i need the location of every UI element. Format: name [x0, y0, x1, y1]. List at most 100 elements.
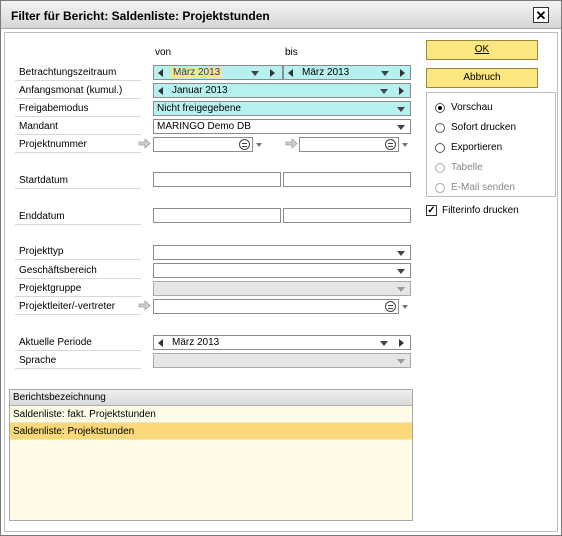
window-title: Filter für Bericht: Saldenliste: Projekt… — [11, 9, 270, 23]
radio-email-senden: E-Mail senden — [435, 182, 515, 193]
label-sprache: Sprache — [19, 355, 57, 366]
lookup-list-icon[interactable] — [239, 139, 250, 150]
chevron-down-icon[interactable] — [380, 89, 388, 94]
prev-period-icon[interactable] — [288, 69, 293, 77]
chevron-down-icon[interactable] — [397, 107, 405, 112]
report-list-row-selected[interactable]: Saldenliste: Projektstunden — [10, 423, 412, 440]
lookup-list-icon[interactable] — [385, 139, 396, 150]
cancel-button[interactable]: Abbruch — [426, 68, 538, 88]
freigabemodus-select[interactable]: Nicht freigegebene — [153, 101, 411, 116]
betrachtungszeitraum-from-field[interactable]: März 2013 — [153, 65, 283, 80]
link-arrow-icon[interactable] — [138, 138, 151, 149]
chevron-down-icon[interactable] — [381, 71, 389, 76]
next-period-icon[interactable] — [400, 69, 405, 77]
label-projektgruppe: Projektgruppe — [19, 283, 82, 294]
chevron-down-icon[interactable] — [256, 143, 262, 147]
checkmark-icon: ✓ — [426, 205, 437, 216]
radio-icon — [435, 182, 445, 193]
enddatum-to-field[interactable] — [283, 208, 411, 223]
projektnummer-from-field[interactable] — [153, 137, 253, 152]
chevron-down-icon[interactable] — [251, 71, 259, 76]
next-period-icon[interactable] — [399, 87, 404, 95]
projektleiter-field[interactable] — [153, 299, 399, 314]
label-freigabemodus: Freigabemodus — [19, 103, 89, 114]
ok-button[interactable]: OK — [426, 40, 538, 60]
filterinfo-label: Filterinfo drucken — [442, 205, 519, 216]
startdatum-from-field[interactable] — [153, 172, 281, 187]
geschaeftsbereich-select[interactable] — [153, 263, 411, 278]
label-underline — [15, 278, 141, 279]
betrachtungszeitraum-from-value: März 2013 — [171, 67, 223, 78]
chevron-down-icon[interactable] — [380, 341, 388, 346]
ok-button-label: OK — [474, 44, 490, 55]
prev-period-icon[interactable] — [158, 339, 163, 347]
chevron-down-icon[interactable] — [397, 269, 405, 274]
output-options-group: Vorschau Sofort drucken Exportieren Tabe… — [426, 92, 556, 197]
column-header-from: von — [155, 47, 172, 58]
label-enddatum: Enddatum — [19, 211, 65, 222]
radio-icon — [435, 162, 445, 173]
chevron-down-icon[interactable] — [397, 125, 405, 130]
aktuelle-periode-field[interactable]: März 2013 — [153, 335, 411, 350]
label-underline — [15, 134, 141, 135]
close-icon: ✕ — [535, 7, 547, 23]
radio-label: Vorschau — [451, 102, 493, 113]
prev-period-icon[interactable] — [158, 69, 163, 77]
close-button[interactable]: ✕ — [533, 7, 549, 23]
projektnummer-to-field[interactable] — [299, 137, 399, 152]
label-underline — [15, 350, 141, 351]
radio-icon — [435, 122, 445, 133]
label-underline — [15, 116, 141, 117]
label-geschaeftsbereich: Geschäftsbereich — [19, 265, 97, 276]
report-list-row[interactable]: Saldenliste: fakt. Projektstunden — [10, 406, 412, 423]
enddatum-from-field[interactable] — [153, 208, 281, 223]
label-underline — [15, 368, 141, 369]
chevron-down-icon[interactable] — [402, 143, 408, 147]
label-startdatum: Startdatum — [19, 175, 68, 186]
filterinfo-checkbox[interactable]: ✓ Filterinfo drucken — [426, 205, 519, 216]
report-list-header: Berichtsbezeichnung — [10, 390, 412, 406]
chevron-down-icon[interactable] — [397, 251, 405, 256]
filter-dialog: Filter für Bericht: Saldenliste: Projekt… — [0, 0, 562, 536]
betrachtungszeitraum-to-field[interactable]: März 2013 — [283, 65, 411, 80]
link-arrow-icon[interactable] — [285, 138, 298, 149]
anfangsmonat-value: Januar 2013 — [172, 85, 228, 96]
aktuelle-periode-value: März 2013 — [172, 337, 220, 348]
label-underline — [15, 98, 141, 99]
next-period-icon[interactable] — [270, 69, 275, 77]
startdatum-to-field[interactable] — [283, 172, 411, 187]
label-underline — [15, 80, 141, 81]
radio-vorschau[interactable]: Vorschau — [435, 102, 493, 113]
radio-sofort-drucken[interactable]: Sofort drucken — [435, 122, 516, 133]
label-underline — [15, 224, 141, 225]
chevron-down-icon — [397, 287, 405, 292]
label-mandant: Mandant — [19, 121, 58, 132]
label-projekttyp: Projekttyp — [19, 246, 64, 257]
mandant-value: MARINGO Demo DB — [157, 121, 251, 132]
label-underline — [15, 296, 141, 297]
label-underline — [15, 314, 141, 315]
chevron-down-icon[interactable] — [402, 305, 408, 309]
radio-tabelle: Tabelle — [435, 162, 483, 173]
label-aktuelle-periode: Aktuelle Periode — [19, 337, 92, 348]
label-underline — [15, 259, 141, 260]
column-header-to: bis — [285, 47, 298, 58]
prev-period-icon[interactable] — [158, 87, 163, 95]
lookup-list-icon[interactable] — [385, 301, 396, 312]
anfangsmonat-field[interactable]: Januar 2013 — [153, 83, 411, 98]
label-underline — [15, 152, 141, 153]
link-arrow-icon[interactable] — [138, 300, 151, 311]
radio-icon — [435, 142, 445, 153]
radio-exportieren[interactable]: Exportieren — [435, 142, 502, 153]
chevron-down-icon — [397, 359, 405, 364]
label-underline — [15, 188, 141, 189]
radio-label: E-Mail senden — [451, 182, 515, 193]
report-list: Berichtsbezeichnung Saldenliste: fakt. P… — [9, 389, 413, 521]
label-projektleiter: Projektleiter/-vertreter — [19, 301, 116, 312]
freigabemodus-value: Nicht freigegebene — [157, 103, 241, 114]
projekttyp-select[interactable] — [153, 245, 411, 260]
label-projektnummer: Projektnummer — [19, 139, 87, 150]
next-period-icon[interactable] — [399, 339, 404, 347]
mandant-select[interactable]: MARINGO Demo DB — [153, 119, 411, 134]
cancel-button-label: Abbruch — [463, 72, 501, 83]
